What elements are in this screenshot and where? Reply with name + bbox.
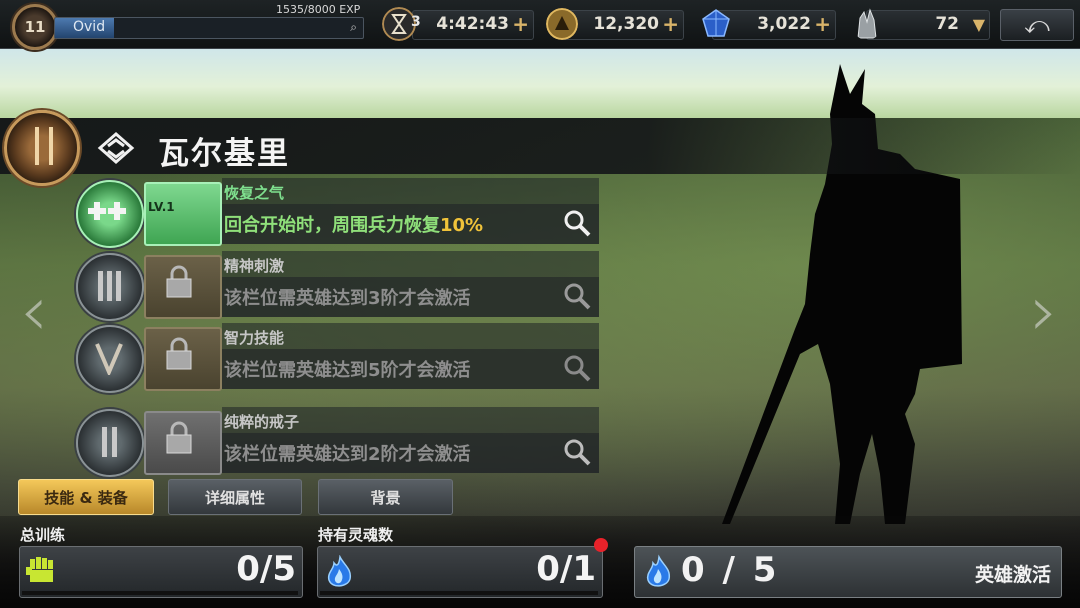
lock-icon bbox=[166, 421, 192, 454]
tab-skills-equipment[interactable]: 技能 & 装备 bbox=[18, 479, 154, 515]
magnifier-icon[interactable] bbox=[563, 354, 591, 382]
chevron-down-icon[interactable]: ▼ bbox=[973, 15, 985, 34]
player-name: Ovid bbox=[73, 19, 106, 35]
activate-label: 英雄激活 bbox=[974, 564, 1051, 586]
back-button[interactable]: ⤺ bbox=[1000, 9, 1074, 41]
skill-level: LV.1 bbox=[148, 200, 175, 214]
back-arrow-icon: ⤺ bbox=[1024, 11, 1050, 39]
crystal-icon bbox=[857, 8, 877, 39]
skill-icon-tile[interactable] bbox=[144, 182, 222, 246]
skill-description-text: 回合开始时，周围兵力恢复 bbox=[224, 215, 440, 236]
skill-slot-2[interactable]: 精神刺激 该栏位需英雄达到3阶才会激活 bbox=[76, 251, 599, 321]
timer-add-button[interactable]: + bbox=[512, 12, 529, 36]
rank-bar bbox=[107, 271, 112, 301]
player-level-badge[interactable]: 11 bbox=[12, 4, 58, 50]
rank-roman-icon bbox=[35, 127, 53, 165]
player-level: 11 bbox=[24, 18, 46, 36]
skill-description-value: 10% bbox=[440, 215, 484, 236]
training-label: 总训练 bbox=[20, 526, 66, 544]
souls-progress-track bbox=[320, 591, 598, 595]
souls-value: 0/1 bbox=[536, 549, 596, 589]
roman-five-icon bbox=[95, 343, 123, 375]
hero-rank-emblem bbox=[4, 110, 80, 186]
prev-hero-arrow[interactable]: ‹ bbox=[20, 270, 48, 352]
rank-bar bbox=[98, 271, 103, 301]
lock-icon bbox=[166, 265, 192, 298]
skill-description: 回合开始时，周围兵力恢复10% bbox=[224, 211, 483, 237]
gold-add-button[interactable]: + bbox=[662, 12, 679, 36]
skill-description: 该栏位需英雄达到5阶才会激活 bbox=[224, 360, 471, 381]
hero-name: 瓦尔基里 bbox=[158, 136, 290, 172]
rank-bar bbox=[116, 271, 121, 301]
gold-resource[interactable]: 12,320 + bbox=[560, 10, 684, 40]
timer-resource[interactable]: 4:42:43 + bbox=[412, 10, 534, 40]
notification-dot bbox=[594, 538, 608, 552]
activate-count: 0 / 5 bbox=[681, 550, 780, 590]
skill-slot-4[interactable]: 纯粹的戒子 该栏位需英雄达到2阶才会激活 bbox=[76, 407, 599, 477]
fist-icon bbox=[26, 557, 53, 582]
search-icon: ⌕ bbox=[350, 20, 357, 34]
magnifier-icon[interactable] bbox=[563, 282, 591, 310]
souls-box[interactable]: 0/1 bbox=[317, 546, 603, 598]
skill-desc-box: 回合开始时，周围兵力恢复10% bbox=[222, 204, 599, 244]
tab-background[interactable]: 背景 bbox=[318, 479, 453, 515]
skill-desc-box: 该栏位需英雄达到5阶才会激活 bbox=[222, 349, 599, 389]
exp-text: 1535/8000 EXP bbox=[276, 3, 361, 16]
training-box[interactable]: 0/5 bbox=[19, 546, 303, 598]
skill-name: 恢复之气 bbox=[224, 184, 285, 202]
crystal-resource[interactable]: 72 ▼ bbox=[866, 10, 990, 40]
skill-emblem bbox=[76, 409, 144, 477]
blue-gem-icon bbox=[702, 9, 730, 37]
skill-emblem bbox=[76, 325, 144, 393]
training-progress-track bbox=[22, 591, 298, 595]
player-exp-bar[interactable]: Ovid ⌕ bbox=[54, 17, 364, 39]
tab-detailed-attributes[interactable]: 详细属性 bbox=[168, 479, 302, 515]
gold-value: 12,320 bbox=[593, 14, 659, 34]
hero-class-icon bbox=[97, 132, 135, 164]
skill-slot-1[interactable]: LV.1 恢复之气 回合开始时，周围兵力恢复10% bbox=[76, 178, 599, 248]
gem-value: 3,022 bbox=[757, 14, 811, 34]
souls-label: 持有灵魂数 bbox=[318, 526, 394, 544]
magnifier-icon[interactable] bbox=[563, 209, 591, 237]
skill-emblem bbox=[76, 253, 144, 321]
crystal-value: 72 bbox=[935, 14, 959, 34]
rank-bar bbox=[112, 427, 117, 457]
magnifier-icon[interactable] bbox=[563, 438, 591, 466]
training-value: 0/5 bbox=[236, 549, 296, 589]
next-hero-arrow[interactable]: › bbox=[1030, 270, 1058, 352]
skill-slot-3[interactable]: 智力技能 该栏位需英雄达到5阶才会激活 bbox=[76, 323, 599, 393]
heal-aura-icon bbox=[88, 202, 126, 220]
skill-name: 纯粹的戒子 bbox=[224, 413, 300, 431]
skill-name: 精神刺激 bbox=[224, 257, 285, 275]
gem-add-button[interactable]: + bbox=[814, 12, 831, 36]
hero-activate-button[interactable]: 0 / 5 英雄激活 bbox=[634, 546, 1062, 598]
skill-desc-box: 该栏位需英雄达到3阶才会激活 bbox=[222, 277, 599, 317]
gold-coin-icon bbox=[546, 8, 578, 40]
skill-description: 该栏位需英雄达到3阶才会激活 bbox=[224, 288, 471, 309]
blue-flame-icon bbox=[646, 554, 671, 587]
skill-description: 该栏位需英雄达到2阶才会激活 bbox=[224, 444, 471, 465]
rank-bar bbox=[102, 427, 107, 457]
skill-desc-box: 该栏位需英雄达到2阶才会激活 bbox=[222, 433, 599, 473]
skill-name: 智力技能 bbox=[224, 329, 285, 347]
lock-icon bbox=[166, 337, 192, 370]
top-bar: 11 1535/8000 EXP Ovid ⌕ 4:42:43 + 3 12,3… bbox=[0, 0, 1080, 50]
timer-count: 3 bbox=[411, 14, 421, 30]
timer-value: 4:42:43 bbox=[436, 14, 509, 34]
blue-flame-icon bbox=[327, 555, 352, 587]
